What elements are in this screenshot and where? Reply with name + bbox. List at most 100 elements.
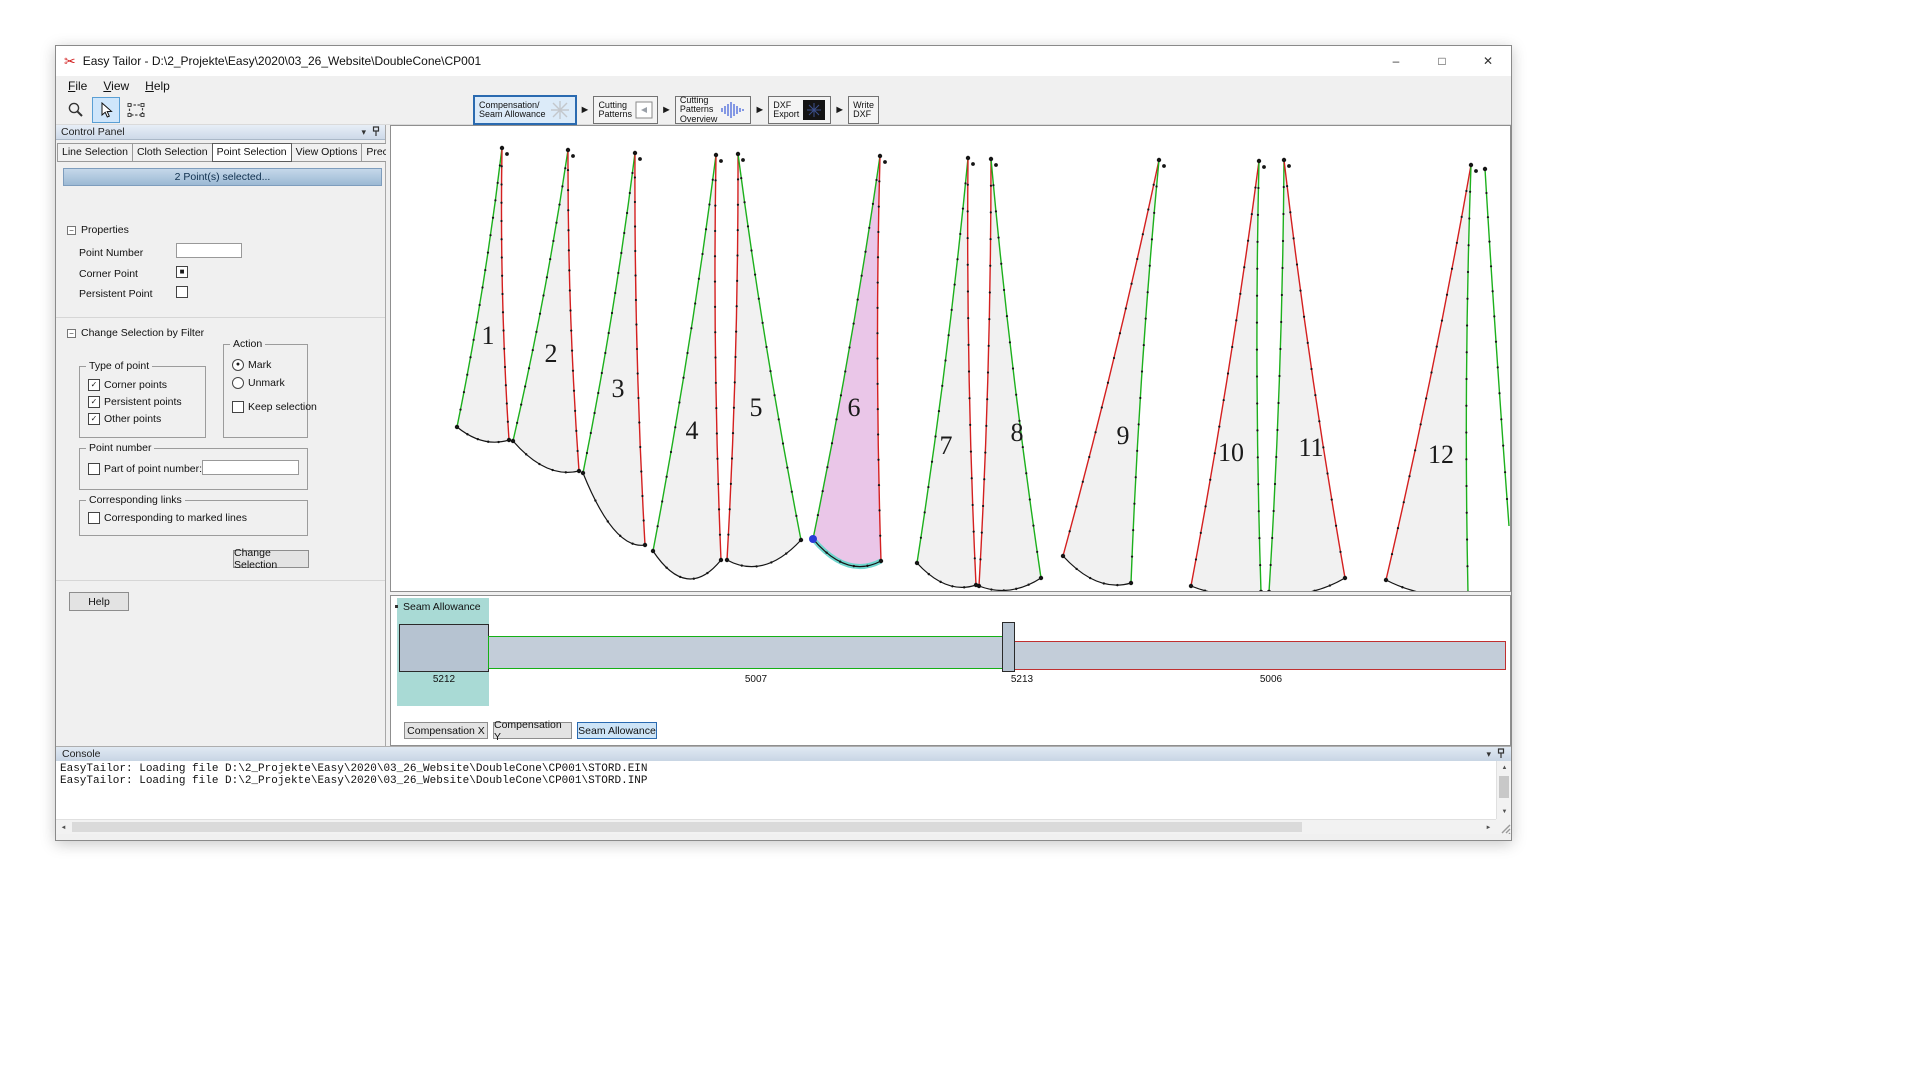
panel-number: 3 [612,374,625,403]
sail-panel-8[interactable]: 8 [977,157,1043,591]
workflow-step-cutting-patterns[interactable]: Cutting Patterns [593,96,658,124]
control-panel: Control Panel ▾ Line Selection Cloth Sel… [56,125,386,746]
sail-panel-11[interactable]: 11 [1267,158,1347,591]
help-button[interactable]: Help [69,592,129,611]
seam-segment-5007[interactable] [488,636,1006,669]
tab-view-options[interactable]: View Options [291,143,363,162]
seam-allowance-panel: Seam Allowance 5212 5007 5213 5006 Compe… [390,595,1511,746]
console-panel: Console ▾ EasyTailor: Loading file D:\2_… [56,746,1511,834]
collapse-icon[interactable]: − [67,226,76,235]
point-number-input[interactable] [176,243,242,258]
sail-panel-12[interactable]: 12 [1384,163,1478,591]
app-scissors-icon: ✂ [64,53,76,70]
sail-panel-3[interactable]: 3 [581,151,647,547]
control-panel-tabs: Line Selection Cloth Selection Point Sel… [56,140,385,162]
console-horizontal-scrollbar[interactable]: ◄ ► [56,819,1496,834]
resize-grip[interactable] [1496,819,1511,834]
persistent-point-checkbox[interactable] [176,286,188,298]
scroll-up-icon[interactable]: ▲ [1497,761,1512,775]
corner-point-checkbox[interactable]: ■ [176,266,188,278]
scroll-right-icon[interactable]: ► [1481,820,1496,835]
workflow-bar: Compensation/ Seam Allowance ► Cutting P… [473,96,879,124]
zoom-tool-button[interactable] [62,97,90,123]
menu-item-file[interactable]: File [60,78,95,94]
unmark-radio[interactable] [232,377,244,389]
tab-cloth-selection[interactable]: Cloth Selection [132,143,213,162]
maximize-button[interactable]: □ [1419,46,1465,76]
type-of-point-group: Type of point ✓ Corner points ✓ Persiste… [79,366,206,438]
segment-label: 5006 [1260,674,1282,685]
scroll-down-icon[interactable]: ▼ [1497,805,1512,819]
minimize-button[interactable]: – [1373,46,1419,76]
other-points-checkbox[interactable]: ✓ [88,413,100,425]
collapse-icon[interactable]: − [67,329,76,338]
corresponding-links-legend: Corresponding links [86,494,185,506]
chevron-down-icon[interactable]: ▾ [1486,749,1491,760]
workflow-step-cutting-patterns-overview[interactable]: Cutting Patterns Overview [675,96,752,124]
menu-item-help[interactable]: Help [137,78,178,94]
sail-panel-1[interactable]: 1 [455,146,511,443]
patterns-overview-wave-icon [720,100,746,120]
sail-panel-6[interactable]: 6 [809,154,887,568]
console-vertical-scrollbar[interactable]: ▲ ▼ [1496,761,1511,819]
mark-radio[interactable]: ● [232,359,244,371]
sail-panel-5[interactable]: 5 [725,152,803,568]
marquee-selection-icon [127,102,145,118]
tab-compensation-x[interactable]: Compensation X [404,722,488,739]
scroll-left-icon[interactable]: ◄ [56,820,71,835]
control-panel-header: Control Panel ▾ [56,125,385,140]
marquee-tool-button[interactable] [122,97,150,123]
change-selection-button[interactable]: Change Selection [233,550,309,568]
menu-item-view[interactable]: View [95,78,137,94]
console-title: Console [62,748,101,760]
corner-points-checkbox[interactable]: ✓ [88,379,100,391]
dxf-export-icon [802,99,826,121]
drawing-canvas[interactable]: 123456789101112 [390,125,1511,592]
selected-point[interactable] [809,535,817,543]
panel-number: 10 [1218,438,1244,467]
tab-compensation-y[interactable]: Compensation Y [493,722,572,739]
sail-panel-10[interactable]: 10 [1189,159,1266,591]
action-legend: Action [230,338,265,350]
seam-segment-5006[interactable] [1013,641,1506,670]
chevron-down-icon[interactable]: ▾ [361,127,366,138]
corresponding-links-group: Corresponding links Corresponding to mar… [79,500,308,536]
menubar: File View Help [56,76,1511,95]
point-number-group: Point number Part of point number: [79,448,308,490]
point-number-legend: Point number [86,442,154,454]
keep-selection-label: Keep selection [248,401,317,413]
select-tool-button[interactable] [92,97,120,123]
filter-section-title: Change Selection by Filter [81,327,204,339]
tab-seam-allowance[interactable]: Seam Allowance [577,722,657,739]
window-title: Easy Tailor - D:\2_Projekte\Easy\2020\03… [83,54,481,68]
part-of-point-number-checkbox[interactable] [88,463,100,475]
seam-segment-5213[interactable] [1002,622,1015,672]
workflow-step-compensation-seam-allowance[interactable]: Compensation/ Seam Allowance [473,95,577,125]
pin-icon[interactable] [1497,748,1505,761]
scrollbar-thumb[interactable] [1499,776,1509,798]
console-line: EasyTailor: Loading file D:\2_Projekte\E… [60,763,1507,775]
sail-panel-7[interactable]: 7 [915,156,978,589]
sail-panel-9[interactable]: 9 [1061,158,1166,587]
panel-number: 5 [750,393,763,422]
sail-panel-4[interactable]: 4 [651,153,723,580]
tab-point-selection[interactable]: Point Selection [212,143,292,162]
tab-line-selection[interactable]: Line Selection [57,143,133,162]
part-of-point-number-input[interactable] [202,460,299,475]
step-arrow-icon: ► [834,104,845,116]
app-window: ✂ Easy Tailor - D:\2_Projekte\Easy\2020\… [55,45,1512,841]
mark-label: Mark [248,359,271,371]
seam-segment-5212[interactable] [399,624,489,672]
workflow-step-write-dxf[interactable]: Write DXF [848,96,879,124]
persistent-points-checkbox[interactable]: ✓ [88,396,100,408]
pin-icon[interactable] [372,126,380,139]
sail-panel-2[interactable]: 2 [511,148,581,474]
panel-number: 1 [482,321,495,350]
corresponding-to-marked-lines-checkbox[interactable] [88,512,100,524]
close-button[interactable]: ✕ [1465,46,1511,76]
selection-count-header[interactable]: 2 Point(s) selected... [63,168,382,186]
scrollbar-thumb[interactable] [72,822,1302,832]
segment-label: 5007 [745,674,767,685]
keep-selection-checkbox[interactable] [232,401,244,413]
workflow-step-dxf-export[interactable]: DXF Export [768,96,831,124]
